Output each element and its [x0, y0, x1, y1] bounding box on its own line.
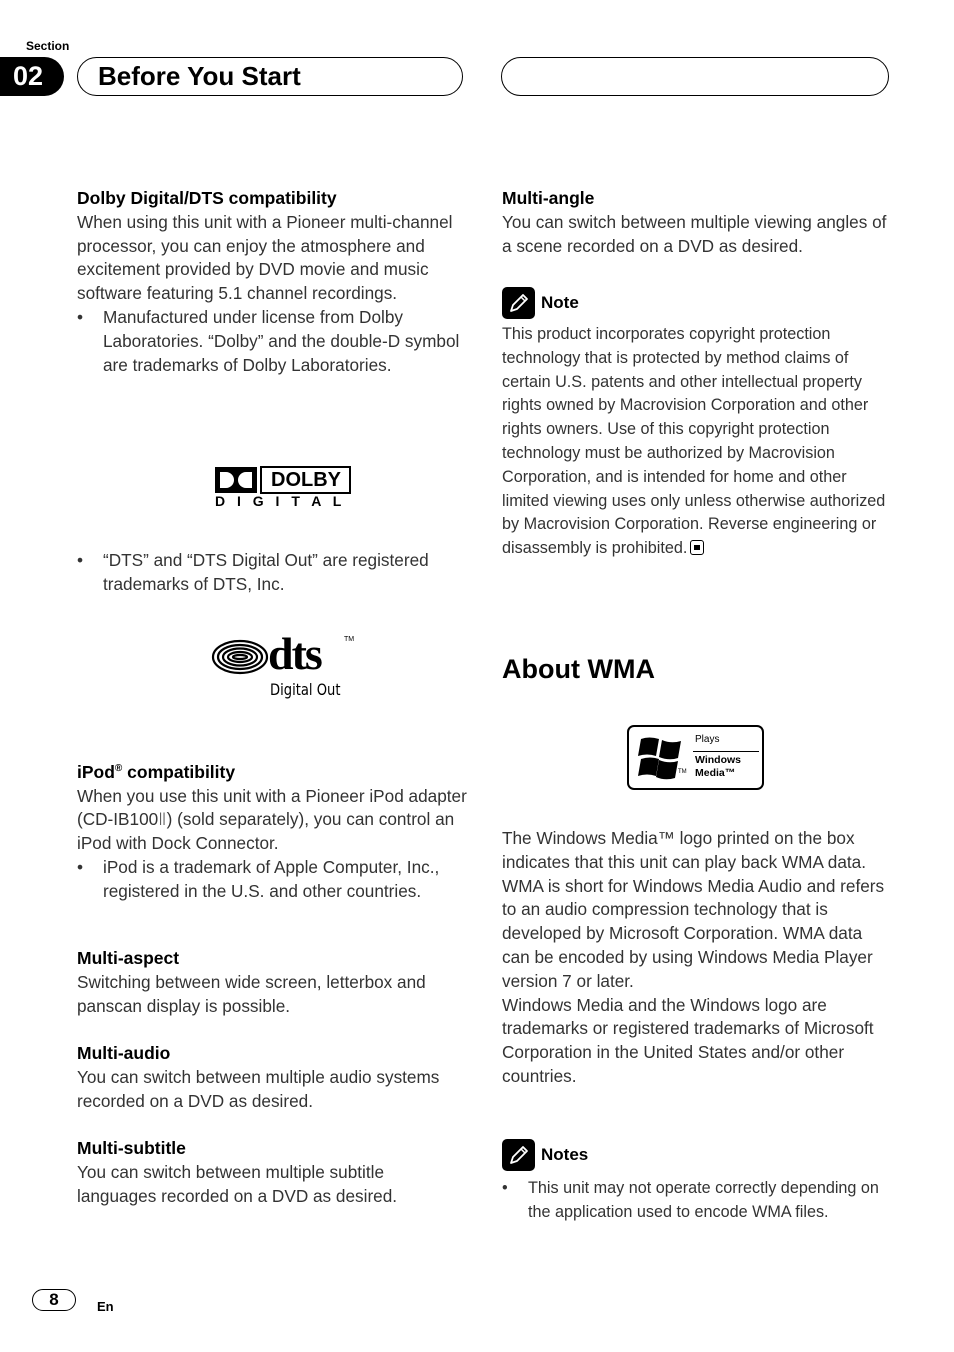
note-section: Note This product incorporates copyright…	[502, 287, 892, 561]
multi-aspect-section: Multi-aspect Switching between wide scre…	[77, 947, 467, 1018]
note-title: Note	[541, 293, 579, 313]
ipod-heading: iPod® compatibility	[77, 757, 467, 785]
dts-bullet-text: “DTS” and “DTS Digital Out” are register…	[103, 550, 429, 594]
notes-title: Notes	[541, 1145, 589, 1165]
notes-section: Notes • This unit may not operate correc…	[502, 1139, 892, 1225]
multi-angle-section: Multi-angle You can switch between multi…	[502, 187, 892, 258]
wma-para-2: WMA is short for Windows Media Audio and…	[502, 875, 885, 991]
dolby-bullet: • Manufactured under license from Dolby …	[77, 306, 467, 377]
wma-body: The Windows Media™ logo printed on the b…	[502, 827, 892, 1089]
wma-para-1: The Windows Media™ logo printed on the b…	[502, 828, 866, 872]
logo-media: Media™	[695, 767, 736, 779]
multi-subtitle-heading: Multi-subtitle	[77, 1138, 186, 1158]
notes-bullet-text: This unit may not operate correctly depe…	[528, 1179, 879, 1221]
empty-header-pill	[501, 57, 889, 96]
ipod-bullet-text: iPod is a trademark of Apple Computer, I…	[103, 857, 440, 901]
notes-bullet: • This unit may not operate correctly de…	[502, 1177, 892, 1225]
windows-logo-tm: TM	[678, 769, 687, 775]
multi-audio-body: You can switch between multiple audio sy…	[77, 1066, 440, 1111]
bullet-dot: •	[502, 1179, 508, 1197]
ipod-body: When you use this unit with a Pioneer iP…	[77, 785, 467, 854]
dolby-logo-digital: D I G I T A L	[215, 493, 346, 509]
logo-windows: Windows	[695, 754, 741, 766]
multi-aspect-heading: Multi-aspect	[77, 948, 180, 968]
section-number-badge: 02	[0, 57, 64, 96]
logo-divider	[693, 751, 759, 752]
multi-angle-body: You can switch between multiple viewing …	[502, 211, 887, 256]
dts-wordmark-text: dts	[268, 628, 323, 679]
ipod-bullet: • iPod is a trademark of Apple Computer,…	[77, 856, 467, 904]
section-label: Section	[26, 39, 70, 53]
multi-audio-section: Multi-audio You can switch between multi…	[77, 1042, 467, 1113]
dts-digital-out-logo: dts TM Digital Out	[210, 628, 360, 704]
section-title-text: Before You Start	[98, 61, 301, 91]
ipod-heading-main: iPod	[77, 761, 115, 782]
section-title: Before You Start	[77, 57, 463, 96]
note-header: Note	[502, 287, 892, 319]
language-label: En	[97, 1299, 114, 1314]
multi-aspect-body: Switching between wide screen, letterbox…	[77, 971, 426, 1016]
dolby-dts-section: Dolby Digital/DTS compatibility When usi…	[77, 187, 467, 377]
wma-para-3: Windows Media and the Windows logo are t…	[502, 994, 874, 1086]
dts-trademark-note: • “DTS” and “DTS Digital Out” are regist…	[77, 549, 467, 597]
bullet-dot: •	[77, 550, 84, 570]
multi-angle-heading: Multi-angle	[502, 188, 595, 208]
note-body: This product incorporates copyright prot…	[502, 323, 892, 561]
logo-plays: Plays	[695, 734, 720, 745]
ipod-section: iPod® compatibility When you use this un…	[77, 757, 467, 904]
dolby-digital-logo: DOLBY D I G I T A L	[213, 465, 353, 510]
multi-audio-heading: Multi-audio	[77, 1043, 171, 1063]
dolby-dts-body: When using this unit with a Pioneer mult…	[77, 211, 453, 304]
dolby-dts-heading: Dolby Digital/DTS compatibility	[77, 188, 337, 208]
windows-media-logo: TM Plays Windows Media™	[627, 725, 764, 790]
bullet-dot: •	[77, 857, 84, 878]
about-wma-heading: About WMA	[502, 654, 655, 684]
dolby-logo-word: DOLBY	[271, 469, 341, 491]
multi-subtitle-section: Multi-subtitle You can switch between mu…	[77, 1137, 467, 1208]
dts-bullet: • “DTS” and “DTS Digital Out” are regist…	[77, 549, 467, 597]
bullet-dot: •	[77, 306, 84, 327]
note-body-text: This product incorporates copyright prot…	[502, 325, 886, 558]
end-mark-icon	[690, 540, 705, 556]
page-number: 8	[32, 1289, 76, 1311]
ipod-heading-rest: compatibility	[122, 761, 236, 782]
pencil-icon	[502, 287, 535, 319]
dolby-bullet-text: Manufactured under license from Dolby La…	[103, 306, 460, 375]
pencil-icon	[502, 1139, 535, 1171]
dts-caption: Digital Out	[270, 680, 341, 699]
multi-subtitle-body: You can switch between multiple subtitle…	[77, 1161, 398, 1206]
dts-tm: TM	[344, 636, 355, 643]
dts-rings-icon	[211, 639, 269, 675]
notes-header: Notes	[502, 1139, 892, 1171]
